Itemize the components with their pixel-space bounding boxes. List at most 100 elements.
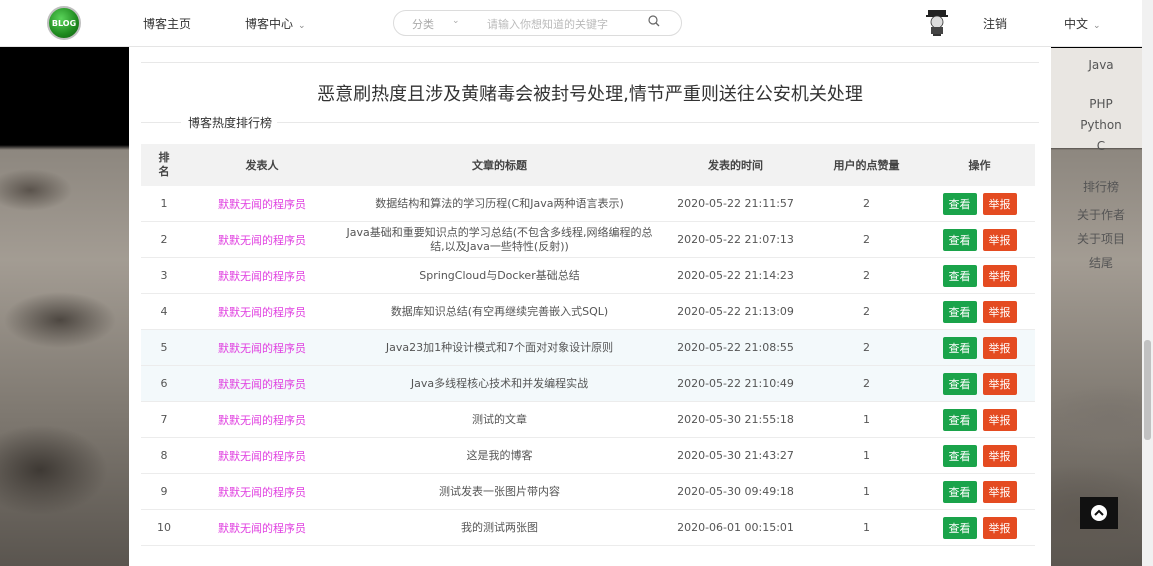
view-button[interactable]: 查看 <box>942 264 977 287</box>
table-row: 2 默默无闻的程序员 Java基础和重要知识点的学习总结(不包含多线程,网络编程的总… <box>141 221 1035 258</box>
section-title: 博客热度排行榜 <box>188 116 273 130</box>
table-row: 9 默默无闻的程序员 测试发表一张图片带内容 2020-05-30 09:49:18 1… <box>141 473 1035 510</box>
likes-cell: 1 <box>863 485 870 498</box>
header-time: 发表的时间 <box>662 144 809 186</box>
divider <box>277 122 1039 123</box>
title-cell: 数据库知识总结(有空再继续完善嵌入式SQL) <box>390 304 609 318</box>
table-header-row: 排名 发表人 文章的标题 发表的时间 用户的点赞量 操作 <box>141 144 1035 186</box>
search-bar: 分类 ⌄ 请输入你想知道的关键字 <box>393 10 682 36</box>
rank-cell: 6 <box>160 377 168 390</box>
rank-cell: 2 <box>160 233 168 246</box>
title-cell: Java23加1种设计模式和7个面对对象设计原则 <box>385 340 614 354</box>
title-cell: 测试的文章 <box>472 412 527 426</box>
table-row: 1 默默无闻的程序员 数据结构和算法的学习历程(C和Java两种语言表示) 2020-… <box>141 186 1035 222</box>
sidebar-item-python[interactable]: Python <box>1049 118 1153 132</box>
scrollbar[interactable] <box>1142 0 1153 566</box>
author-link[interactable]: 默默无闻的程序员 <box>218 342 306 355</box>
author-link[interactable]: 默默无闻的程序员 <box>218 198 306 211</box>
table-row: 5 默默无闻的程序员 Java23加1种设计模式和7个面对对象设计原则 2020-05… <box>141 329 1035 366</box>
title-cell: 测试发表一张图片带内容 <box>439 484 560 498</box>
time-cell: 2020-05-30 21:55:18 <box>677 413 794 426</box>
time-cell: 2020-05-22 21:08:55 <box>677 341 794 354</box>
report-button[interactable]: 举报 <box>982 408 1017 431</box>
blog-logo[interactable]: BLOG <box>47 6 81 40</box>
sidebar-item-java[interactable]: Java <box>1049 58 1153 72</box>
sidebar-item-c[interactable]: C <box>1049 139 1153 153</box>
author-link[interactable]: 默默无闻的程序员 <box>218 234 306 247</box>
back-to-top-button[interactable] <box>1080 497 1118 529</box>
header-likes: 用户的点赞量 <box>809 144 924 186</box>
likes-cell: 2 <box>863 197 870 210</box>
author-link[interactable]: 默默无闻的程序员 <box>218 378 306 391</box>
report-button[interactable]: 举报 <box>982 192 1017 215</box>
time-cell: 2020-05-22 21:13:09 <box>677 305 794 318</box>
avatar[interactable] <box>924 8 950 38</box>
rank-cell: 9 <box>160 485 168 498</box>
report-button[interactable]: 举报 <box>982 444 1017 467</box>
time-cell: 2020-05-30 21:43:27 <box>677 449 794 462</box>
rank-cell: 8 <box>160 449 168 462</box>
table-row: 8 默默无闻的程序员 这是我的博客 2020-05-30 21:43:27 1 查看 举报 <box>141 437 1035 474</box>
likes-cell: 1 <box>863 413 870 426</box>
table-row: 7 默默无闻的程序员 测试的文章 2020-05-30 21:55:18 1 查看 举报 <box>141 401 1035 438</box>
report-button[interactable]: 举报 <box>982 264 1017 287</box>
likes-cell: 2 <box>863 377 870 390</box>
view-button[interactable]: 查看 <box>942 336 977 359</box>
author-link[interactable]: 默默无闻的程序员 <box>218 450 306 463</box>
sidebar-item-about-project[interactable]: 关于项目 <box>1049 230 1153 247</box>
search-icon[interactable] <box>648 15 660 27</box>
search-category-select[interactable]: 分类 <box>412 16 434 32</box>
rank-cell: 1 <box>160 197 168 210</box>
header-author: 发表人 <box>187 144 337 186</box>
table-row: 10 默默无闻的程序员 我的测试两张图 2020-06-01 00:15:01 1 查看举… <box>141 509 1035 546</box>
author-link[interactable]: 默默无闻的程序员 <box>218 270 306 283</box>
rank-cell: 7 <box>160 413 168 426</box>
logout-link[interactable]: 注销 <box>983 15 1007 32</box>
title-cell: 这是我的博客 <box>466 448 533 462</box>
view-button[interactable]: 查看 <box>942 408 977 431</box>
author-link[interactable]: 默默无闻的程序员 <box>218 414 306 427</box>
sidebar-item-ranking[interactable]: 排行榜 <box>1049 178 1153 195</box>
view-button[interactable]: 查看 <box>942 300 977 323</box>
sidebar-item-about-author[interactable]: 关于作者 <box>1049 206 1153 223</box>
rank-cell: 4 <box>160 305 168 318</box>
nav-center-label: 博客中心 <box>245 17 294 31</box>
report-button[interactable]: 举报 <box>982 480 1017 503</box>
warning-banner: 恶意刷热度且涉及黄赌毒会被封号处理,情节严重则送往公安机关处理 <box>317 84 863 105</box>
nav-home-link[interactable]: 博客主页 <box>143 15 191 32</box>
author-link[interactable]: 默默无闻的程序员 <box>218 522 306 535</box>
rank-cell: 10 <box>157 521 171 534</box>
sidebar-item-php[interactable]: PHP <box>1049 97 1153 111</box>
rank-cell: 3 <box>160 269 168 282</box>
table-row: 3 默默无闻的程序员 SpringCloud与Docker基础总结 2020-05-2… <box>141 257 1035 294</box>
likes-cell: 1 <box>863 521 870 534</box>
ranking-table: 排名 发表人 文章的标题 发表的时间 用户的点赞量 操作 1 默默无闻的程序员 数据… <box>141 144 1035 546</box>
report-button[interactable]: 举报 <box>982 516 1017 539</box>
language-select[interactable]: 中文 ⌄ <box>1064 15 1101 32</box>
chevron-down-icon: ⌄ <box>1093 21 1101 31</box>
sidebar-item-end[interactable]: 结尾 <box>1049 254 1153 271</box>
time-cell: 2020-05-30 09:49:18 <box>677 485 794 498</box>
view-button[interactable]: 查看 <box>942 228 977 251</box>
view-button[interactable]: 查看 <box>942 444 977 467</box>
view-button[interactable]: 查看 <box>942 516 977 539</box>
chevron-down-icon: ⌄ <box>452 16 460 26</box>
header-actions: 操作 <box>924 144 1035 186</box>
ranking-panel: 恶意刷热度且涉及黄赌毒会被封号处理,情节严重则送往公安机关处理 博客热度排行榜 … <box>129 46 1051 566</box>
header-rank: 排名 <box>141 144 187 186</box>
search-input[interactable]: 请输入你想知道的关键字 <box>487 16 608 32</box>
author-link[interactable]: 默默无闻的程序员 <box>218 486 306 499</box>
logo-text: BLOG <box>51 18 77 28</box>
author-link[interactable]: 默默无闻的程序员 <box>218 306 306 319</box>
nav-center-menu[interactable]: 博客中心 ⌄ <box>245 15 306 32</box>
time-cell: 2020-05-22 21:10:49 <box>677 377 794 390</box>
view-button[interactable]: 查看 <box>942 480 977 503</box>
view-button[interactable]: 查看 <box>942 192 977 215</box>
scrollbar-thumb[interactable] <box>1144 340 1151 440</box>
report-button[interactable]: 举报 <box>982 336 1017 359</box>
report-button[interactable]: 举报 <box>982 300 1017 323</box>
view-button[interactable]: 查看 <box>942 372 977 395</box>
report-button[interactable]: 举报 <box>982 372 1017 395</box>
table-row: 6 默默无闻的程序员 Java多线程核心技术和并发编程实战 2020-05-22 21… <box>141 365 1035 402</box>
report-button[interactable]: 举报 <box>982 228 1017 251</box>
